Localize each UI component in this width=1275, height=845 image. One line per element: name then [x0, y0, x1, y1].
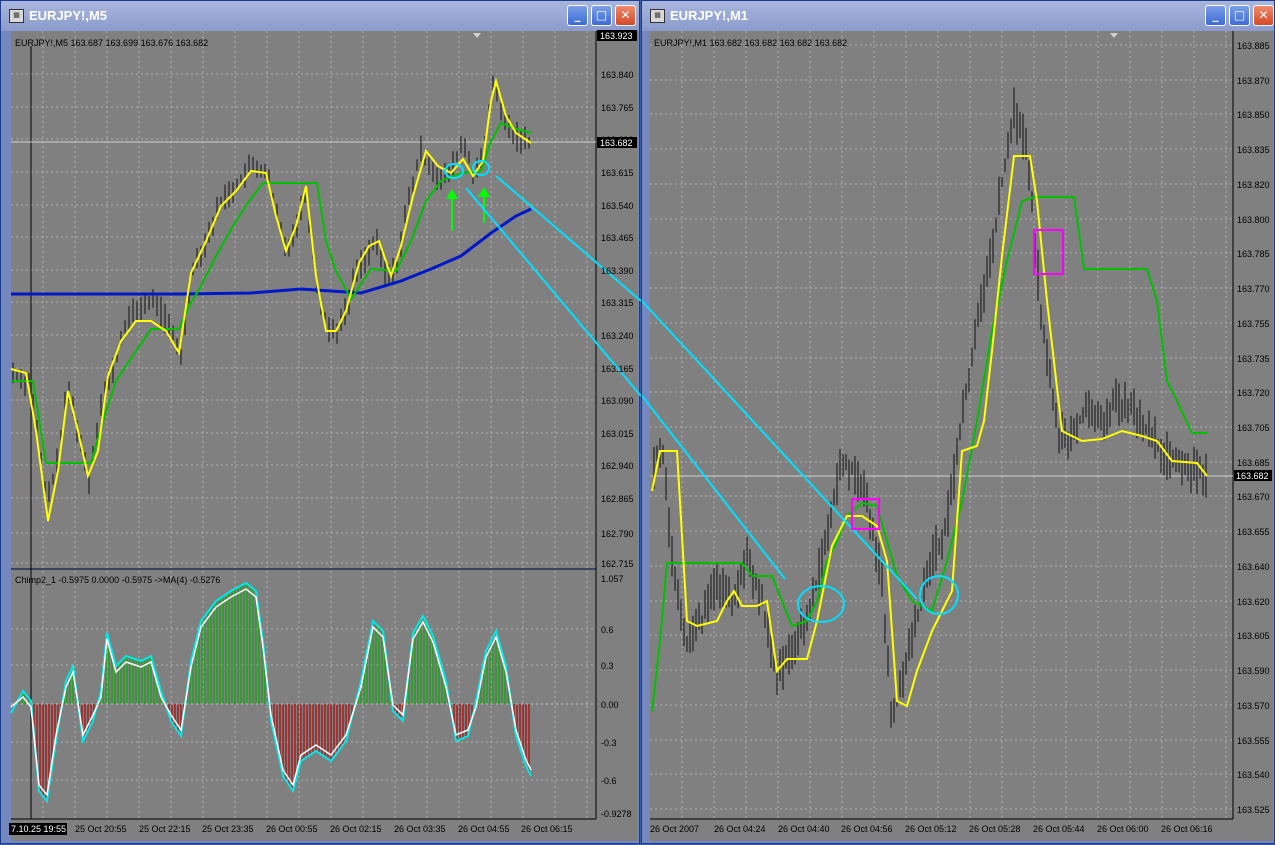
- chart-info-text: EURJPY!,M5 163.687 163.699 163.676 163.6…: [15, 38, 208, 48]
- time-tick-label: 26 Oct 04:40: [778, 824, 830, 834]
- price-tick-label: 162.715: [601, 559, 634, 569]
- m5-chart-canvas[interactable]: EURJPY!,M5 163.687 163.699 163.676 163.6…: [1, 1, 641, 845]
- price-tick-label: 163.390: [601, 266, 634, 276]
- price-tick-label: 163.685: [1237, 458, 1270, 468]
- time-tick-label: 25 Oct 23:35: [202, 824, 254, 834]
- time-cursor-label: 7.10.25 19:55: [11, 824, 66, 834]
- oscillator-tick-label: -0.3: [601, 738, 617, 748]
- time-tick-label: 25 Oct 20:55: [75, 824, 127, 834]
- price-tick-label: 163.465: [601, 233, 634, 243]
- time-tick-label: 26 Oct 06:00: [1097, 824, 1149, 834]
- top-price-label: 163.923: [600, 31, 633, 41]
- price-tick-label: 163.735: [1237, 354, 1270, 364]
- price-tick-label: 163.240: [601, 331, 634, 341]
- price-tick-label: 163.850: [1237, 110, 1270, 120]
- price-tick-label: 163.570: [1237, 701, 1270, 711]
- oscillator-tick-label: 0.00: [601, 700, 619, 710]
- m1-chart-canvas[interactable]: EURJPY!,M1 163.682 163.682 163.682 163.6…: [642, 1, 1275, 845]
- price-tick-label: 163.765: [601, 103, 634, 113]
- price-panel: [11, 31, 596, 568]
- oscillator-tick-label: 0.3: [601, 661, 614, 671]
- price-tick-label: 163.540: [601, 201, 634, 211]
- price-tick-label: 163.540: [1237, 770, 1270, 780]
- price-tick-label: 163.555: [1237, 736, 1270, 746]
- chart-info-text: EURJPY!,M1 163.682 163.682 163.682 163.6…: [654, 38, 847, 48]
- current-price-label: 163.682: [600, 138, 633, 148]
- price-tick-label: 163.525: [1237, 805, 1270, 815]
- oscillator-tick-label: -0.9278: [601, 809, 632, 819]
- price-tick-label: 163.870: [1237, 76, 1270, 86]
- price-tick-label: 163.605: [1237, 631, 1270, 641]
- time-tick-label: 26 Oct 04:56: [841, 824, 893, 834]
- time-tick-label: 26 Oct 05:44: [1033, 824, 1085, 834]
- price-tick-label: 163.770: [1237, 284, 1270, 294]
- price-tick-label: 162.790: [601, 529, 634, 539]
- price-tick-label: 163.800: [1237, 215, 1270, 225]
- oscillator-tick-label: 1.057: [601, 574, 624, 584]
- time-tick-label: 26 Oct 04:24: [714, 824, 766, 834]
- price-tick-label: 162.940: [601, 461, 634, 471]
- price-tick-label: 163.785: [1237, 249, 1270, 259]
- price-tick-label: 163.315: [601, 298, 634, 308]
- time-tick-label: 26 Oct 03:35: [394, 824, 446, 834]
- time-tick-label: 26 Oct 00:55: [266, 824, 318, 834]
- price-tick-label: 163.885: [1237, 41, 1270, 51]
- price-tick-label: 163.640: [1237, 562, 1270, 572]
- price-tick-label: 163.755: [1237, 319, 1270, 329]
- price-tick-label: 163.165: [601, 364, 634, 374]
- price-tick-label: 163.670: [1237, 492, 1270, 502]
- oscillator-tick-label: -0.6: [601, 776, 617, 786]
- time-tick-label: 26 Oct 2007: [650, 824, 699, 834]
- current-price-label: 163.682: [1236, 471, 1269, 481]
- price-tick-label: 163.090: [601, 396, 634, 406]
- price-tick-label: 163.835: [1237, 145, 1270, 155]
- oscillator-info-text: Chimp2_1 -0.5975 0.0000 -0.5975 ->MA(4) …: [15, 575, 220, 585]
- price-tick-label: 163.620: [1237, 597, 1270, 607]
- price-tick-label: 163.015: [601, 429, 634, 439]
- price-tick-label: 163.615: [601, 168, 634, 178]
- oscillator-tick-label: 0.6: [601, 625, 614, 635]
- time-tick-label: 26 Oct 05:28: [969, 824, 1021, 834]
- time-tick-label: 26 Oct 04:55: [458, 824, 510, 834]
- chart-window-m5[interactable]: ▦ EURJPY!,M5 _ □ ✕ EURJPY!,M5 163.687 16…: [0, 0, 641, 845]
- time-tick-label: 26 Oct 02:15: [330, 824, 382, 834]
- time-tick-label: 25 Oct 22:15: [139, 824, 191, 834]
- price-tick-label: 163.820: [1237, 180, 1270, 190]
- price-tick-label: 163.720: [1237, 388, 1270, 398]
- price-tick-label: 163.655: [1237, 527, 1270, 537]
- price-tick-label: 163.705: [1237, 423, 1270, 433]
- time-tick-label: 26 Oct 06:16: [1161, 824, 1213, 834]
- price-tick-label: 163.840: [601, 70, 634, 80]
- time-tick-label: 26 Oct 06:15: [521, 824, 573, 834]
- chart-window-m1[interactable]: ▦ EURJPY!,M1 _ □ ✕ EURJPY!,M1 163.682 16…: [641, 0, 1275, 844]
- time-tick-label: 26 Oct 05:12: [905, 824, 957, 834]
- price-tick-label: 162.865: [601, 494, 634, 504]
- price-tick-label: 163.590: [1237, 666, 1270, 676]
